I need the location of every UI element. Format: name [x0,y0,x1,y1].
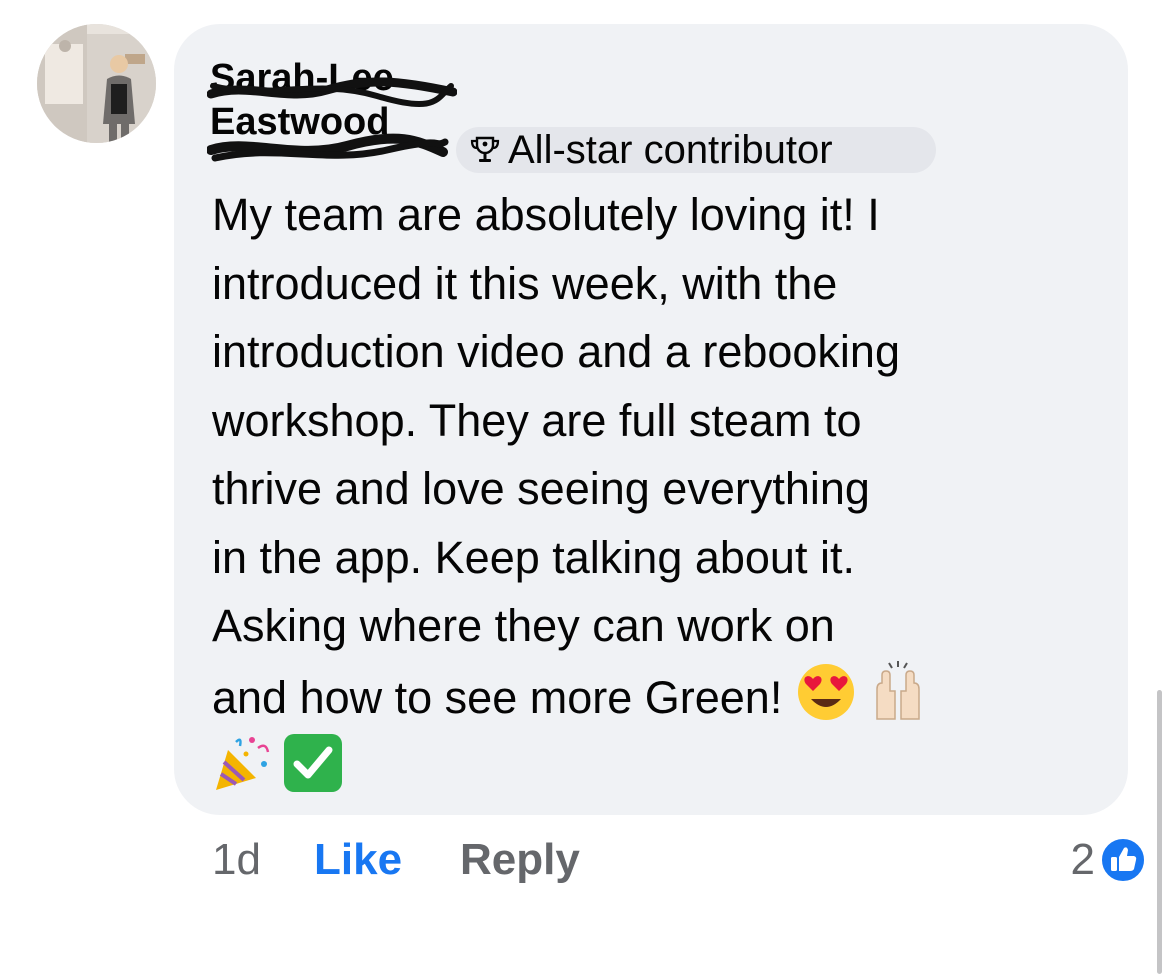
comment-time[interactable]: 1d [212,832,261,888]
avatar-photo [37,24,156,143]
comment-text: My team are absolutely loving it! I intr… [212,181,1112,804]
raising-hands-emoji [876,660,920,720]
like-button[interactable]: Like [314,832,402,888]
redaction-scribble [207,77,457,108]
reply-button[interactable]: Reply [460,832,580,888]
heart-eyes-emoji [797,663,854,720]
scrollbar[interactable] [1157,690,1162,974]
check-mark-button-emoji [284,734,342,792]
avatar[interactable] [37,24,156,143]
comment-body: My team are absolutely loving it! I intr… [212,189,900,723]
badge-label: All-star contributor [508,127,833,172]
like-thumb-icon[interactable] [1099,836,1147,884]
party-popper-emoji [216,737,270,790]
trophy-icon [470,136,500,162]
contributor-badge[interactable]: All-star contributor [456,127,936,173]
reaction-count[interactable]: 2 [1071,832,1095,888]
redaction-scribble [207,133,449,162]
comment-actions: 1d Like Reply 2 [212,832,1147,888]
